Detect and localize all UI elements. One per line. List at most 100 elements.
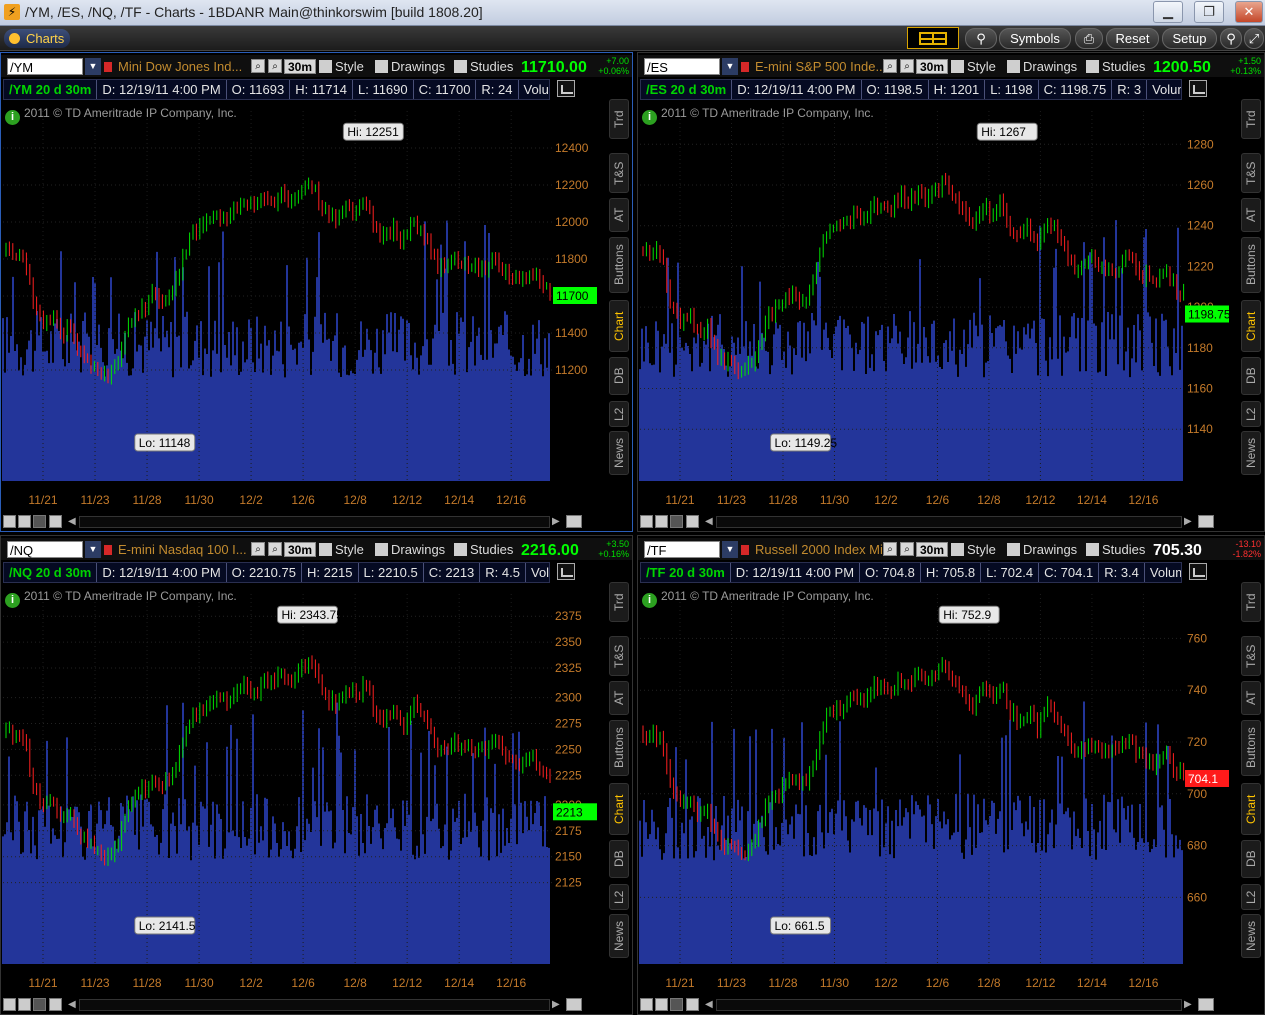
studies-button[interactable]: Studies <box>454 58 513 75</box>
drawings-button[interactable]: Drawings <box>375 58 445 75</box>
expand-chart-icon[interactable] <box>566 515 582 528</box>
side-tab-news[interactable]: News <box>1241 431 1261 475</box>
side-tab-db[interactable]: DB <box>609 357 629 395</box>
price-chart[interactable]: 1280126012401220120011801160114011/2111/… <box>638 101 1240 521</box>
zoom-fit-icon[interactable] <box>18 515 31 528</box>
side-tab-at[interactable]: AT <box>1241 198 1261 232</box>
side-tab-db[interactable]: DB <box>609 840 629 878</box>
scroll-left-icon[interactable]: ◀ <box>705 516 713 528</box>
side-tab-news[interactable]: News <box>1241 914 1261 958</box>
expand-chart-icon[interactable] <box>566 998 582 1011</box>
period-selector[interactable]: 30m <box>916 59 949 74</box>
symbol-dropdown-icon[interactable]: ▼ <box>722 541 738 558</box>
side-tab-trd[interactable]: Trd <box>1241 582 1261 622</box>
scroll-left-icon[interactable]: ◀ <box>68 999 76 1011</box>
side-tab-at[interactable]: AT <box>609 198 629 232</box>
drawings-button[interactable]: Drawings <box>375 541 445 558</box>
side-tab-buttons[interactable]: Buttons <box>1241 720 1261 776</box>
scroll-right-icon[interactable]: ▶ <box>1184 999 1192 1011</box>
info-icon[interactable]: i <box>642 593 657 608</box>
zoom-fit-icon[interactable] <box>655 998 668 1011</box>
side-tab-at[interactable]: AT <box>609 681 629 715</box>
chart-settings-icon[interactable] <box>1189 80 1207 97</box>
price-chart[interactable]: 2375235023252300227522502225220021752150… <box>1 584 608 1004</box>
chart-settings-icon[interactable] <box>557 563 575 580</box>
lookup-icon[interactable]: ⌕ <box>900 542 914 556</box>
link-color-icon[interactable] <box>104 62 112 72</box>
side-tab-chart[interactable]: Chart <box>609 783 629 835</box>
minimize-button[interactable]: ▁ <box>1153 1 1183 23</box>
zoom-fit-icon[interactable] <box>655 515 668 528</box>
expand-chart-icon[interactable] <box>1198 515 1214 528</box>
studies-button[interactable]: Studies <box>454 541 513 558</box>
zoom-icon[interactable]: ⌕ <box>883 59 897 73</box>
period-selector[interactable]: 30m <box>284 59 317 74</box>
print-icon[interactable]: ⎙ <box>1075 28 1103 49</box>
side-tab-at[interactable]: AT <box>1241 681 1261 715</box>
style-button[interactable]: Style <box>951 58 996 75</box>
zoom-fit-icon[interactable] <box>18 998 31 1011</box>
side-tab-news[interactable]: News <box>609 431 629 475</box>
grid-icon[interactable] <box>640 998 653 1011</box>
grid-icon[interactable] <box>3 998 16 1011</box>
zoom-out-icon[interactable] <box>33 515 46 528</box>
side-tab-chart[interactable]: Chart <box>1241 300 1261 352</box>
expand-chart-icon[interactable] <box>1198 998 1214 1011</box>
symbol-input[interactable]: /ES <box>644 58 720 75</box>
style-button[interactable]: Style <box>319 541 364 558</box>
side-tab-ts[interactable]: T&S <box>1241 636 1261 676</box>
side-tab-ts[interactable]: T&S <box>1241 153 1261 193</box>
price-chart[interactable]: 1240012200120001180011600114001120011/21… <box>1 101 608 521</box>
chart-settings-icon[interactable] <box>557 80 575 97</box>
setup-button[interactable]: Setup <box>1162 28 1217 49</box>
side-tab-ts[interactable]: T&S <box>609 153 629 193</box>
side-tab-chart[interactable]: Chart <box>609 300 629 352</box>
side-tab-trd[interactable]: Trd <box>609 582 629 622</box>
scroll-right-icon[interactable]: ▶ <box>552 999 560 1011</box>
drawings-button[interactable]: Drawings <box>1007 541 1077 558</box>
symbol-input[interactable]: /YM <box>7 58 83 75</box>
symbol-dropdown-icon[interactable]: ▼ <box>85 541 101 558</box>
side-tab-trd[interactable]: Trd <box>609 99 629 139</box>
side-tab-l2[interactable]: L2 <box>609 884 629 910</box>
lookup-icon[interactable]: ⌕ <box>268 542 282 556</box>
side-tab-news[interactable]: News <box>609 914 629 958</box>
info-icon[interactable]: i <box>642 110 657 125</box>
zoom-icon[interactable]: ⌕ <box>251 59 265 73</box>
zoom-icon[interactable]: ⌕ <box>251 542 265 556</box>
zoom-icon[interactable]: ⌕ <box>883 542 897 556</box>
style-button[interactable]: Style <box>951 541 996 558</box>
studies-button[interactable]: Studies <box>1086 58 1145 75</box>
pan-hand-icon[interactable] <box>49 515 62 528</box>
lookup-icon[interactable]: ⌕ <box>900 59 914 73</box>
side-tab-buttons[interactable]: Buttons <box>1241 237 1261 293</box>
grid-icon[interactable] <box>3 515 16 528</box>
drawings-button[interactable]: Drawings <box>1007 58 1077 75</box>
close-button[interactable]: ✕ <box>1235 1 1263 23</box>
chart-settings-icon[interactable] <box>1189 563 1207 580</box>
horizontal-scrollbar[interactable] <box>79 516 550 528</box>
symbol-dropdown-icon[interactable]: ▼ <box>722 58 738 75</box>
pan-hand-icon[interactable] <box>49 998 62 1011</box>
side-tab-db[interactable]: DB <box>1241 357 1261 395</box>
charts-tab[interactable]: Charts <box>4 29 71 48</box>
side-tab-l2[interactable]: L2 <box>1241 401 1261 427</box>
period-selector[interactable]: 30m <box>916 542 949 557</box>
side-tab-l2[interactable]: L2 <box>1241 884 1261 910</box>
side-tab-buttons[interactable]: Buttons <box>609 237 629 293</box>
grid-layout-button[interactable] <box>907 27 959 49</box>
horizontal-scrollbar[interactable] <box>716 999 1182 1011</box>
zoom-out-icon[interactable] <box>670 515 683 528</box>
style-button[interactable]: Style <box>319 58 364 75</box>
pin-icon[interactable]: ⚲ <box>1220 28 1242 49</box>
info-icon[interactable]: i <box>5 593 20 608</box>
side-tab-chart[interactable]: Chart <box>1241 783 1261 835</box>
studies-button[interactable]: Studies <box>1086 541 1145 558</box>
pan-hand-icon[interactable] <box>686 998 699 1011</box>
zoom-out-icon[interactable] <box>33 998 46 1011</box>
horizontal-scrollbar[interactable] <box>79 999 550 1011</box>
symbol-dropdown-icon[interactable]: ▼ <box>85 58 101 75</box>
horizontal-scrollbar[interactable] <box>716 516 1182 528</box>
side-tab-db[interactable]: DB <box>1241 840 1261 878</box>
symbol-input[interactable]: /NQ <box>7 541 83 558</box>
